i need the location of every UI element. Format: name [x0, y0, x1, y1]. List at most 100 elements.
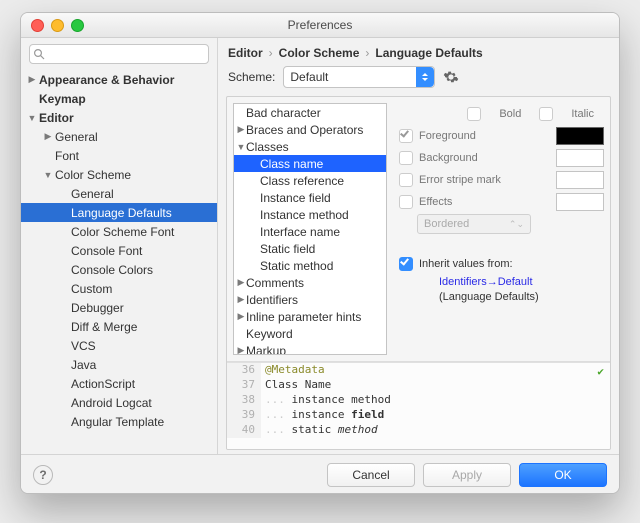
- sidebar-item[interactable]: Language Defaults: [21, 203, 217, 222]
- category-item[interactable]: ▶Braces and Operators: [234, 121, 386, 138]
- category-label: Instance field: [260, 191, 331, 205]
- line-number: 40: [227, 423, 261, 438]
- line-number: 38: [227, 393, 261, 408]
- sidebar-item[interactable]: Android Logcat: [21, 393, 217, 412]
- error-stripe-checkbox[interactable]: [399, 173, 413, 187]
- category-item[interactable]: Interface name: [234, 223, 386, 240]
- italic-checkbox[interactable]: [539, 107, 553, 121]
- sidebar-item-label: Keymap: [37, 92, 86, 106]
- sidebar-item[interactable]: Debugger: [21, 298, 217, 317]
- code-preview[interactable]: ✔ 36@Metadata37Class Name38... instance …: [227, 362, 610, 449]
- inherit-checkbox[interactable]: [399, 257, 413, 271]
- sidebar-item[interactable]: Console Colors: [21, 260, 217, 279]
- category-item[interactable]: Static method: [234, 257, 386, 274]
- sidebar-item-label: Custom: [69, 282, 112, 296]
- category-label: Classes: [246, 140, 289, 154]
- effect-type-select[interactable]: Bordered ⌃⌄: [417, 214, 531, 234]
- background-label: Background: [419, 152, 550, 164]
- error-stripe-swatch[interactable]: [556, 171, 604, 189]
- sidebar-item-label: Color Scheme: [53, 168, 131, 182]
- chevron-right-icon: ›: [365, 46, 369, 60]
- twisty-icon: ▼: [27, 113, 37, 123]
- category-item[interactable]: Keyword: [234, 325, 386, 342]
- category-item[interactable]: Instance field: [234, 189, 386, 206]
- inherit-link[interactable]: Identifiers→Default: [439, 276, 533, 288]
- line-number: 39: [227, 408, 261, 423]
- sidebar-item[interactable]: ActionScript: [21, 374, 217, 393]
- sidebar-item-label: VCS: [69, 339, 96, 353]
- bold-checkbox[interactable]: [467, 107, 481, 121]
- foreground-checkbox[interactable]: [399, 129, 413, 143]
- sidebar-item[interactable]: ▶Appearance & Behavior: [21, 70, 217, 89]
- line-number: 37: [227, 378, 261, 393]
- category-item[interactable]: ▶Identifiers: [234, 291, 386, 308]
- window-title: Preferences: [288, 18, 353, 32]
- close-icon[interactable]: [31, 19, 44, 32]
- background-swatch[interactable]: [556, 149, 604, 167]
- category-item[interactable]: Instance method: [234, 206, 386, 223]
- category-item[interactable]: ▶Markup: [234, 342, 386, 355]
- category-label: Identifiers: [246, 293, 298, 307]
- category-item[interactable]: Bad character: [234, 104, 386, 121]
- sidebar-item[interactable]: ▶General: [21, 127, 217, 146]
- updown-icon: ⌃⌄: [509, 219, 524, 230]
- sidebar-item[interactable]: Angular Template: [21, 412, 217, 431]
- foreground-swatch[interactable]: [556, 127, 604, 145]
- cancel-button[interactable]: Cancel: [327, 463, 415, 487]
- category-tree[interactable]: Bad character▶Braces and Operators▼Class…: [233, 103, 387, 355]
- sidebar-item[interactable]: Color Scheme Font: [21, 222, 217, 241]
- sidebar-item-label: Angular Template: [69, 415, 164, 429]
- sidebar-item[interactable]: General: [21, 184, 217, 203]
- category-item[interactable]: Class name: [234, 155, 386, 172]
- sidebar-tree[interactable]: ▶Appearance & Behavior Keymap ▼Editor▶Gene…: [21, 68, 217, 454]
- sidebar-item[interactable]: Console Font: [21, 241, 217, 260]
- sidebar-item[interactable]: Font: [21, 146, 217, 165]
- category-label: Class name: [260, 157, 323, 171]
- window-controls: [31, 19, 84, 32]
- inherit-sub: (Language Defaults): [439, 291, 539, 303]
- titlebar: Preferences: [21, 13, 619, 38]
- minimize-icon[interactable]: [51, 19, 64, 32]
- zoom-icon[interactable]: [71, 19, 84, 32]
- line-code: @Metadata: [261, 363, 610, 378]
- effects-swatch[interactable]: [556, 193, 604, 211]
- gear-icon[interactable]: [443, 69, 459, 85]
- category-label: Markup: [246, 344, 286, 356]
- footer: ? Cancel Apply OK: [21, 454, 619, 494]
- sidebar-item[interactable]: Diff & Merge: [21, 317, 217, 336]
- updown-icon: [416, 67, 434, 87]
- panel-top: Bad character▶Braces and Operators▼Class…: [227, 97, 610, 362]
- sidebar-item-label: Color Scheme Font: [69, 225, 174, 239]
- breadcrumb: Editor › Color Scheme › Language Default…: [218, 38, 619, 64]
- apply-button[interactable]: Apply: [423, 463, 511, 487]
- crumb-b[interactable]: Color Scheme: [279, 46, 360, 60]
- scheme-row: Scheme: Default: [218, 64, 619, 96]
- sidebar-item[interactable]: Java: [21, 355, 217, 374]
- sidebar-item[interactable]: ▼Color Scheme: [21, 165, 217, 184]
- crumb-c: Language Defaults: [375, 46, 482, 60]
- search-input[interactable]: [29, 44, 209, 64]
- sidebar-item[interactable]: VCS: [21, 336, 217, 355]
- line-code: ... instance field: [261, 408, 610, 423]
- body: ▶Appearance & BehaviorKeymap▼Editor▶Gene…: [21, 38, 619, 454]
- effects-checkbox[interactable]: [399, 195, 413, 209]
- scheme-select[interactable]: Default: [283, 66, 435, 88]
- italic-label: Italic: [571, 108, 594, 120]
- background-checkbox[interactable]: [399, 151, 413, 165]
- foreground-label: Foreground: [419, 130, 550, 142]
- category-item[interactable]: Static field: [234, 240, 386, 257]
- category-item[interactable]: ▶Comments: [234, 274, 386, 291]
- category-item[interactable]: ▶Inline parameter hints: [234, 308, 386, 325]
- twisty-icon: ▶: [236, 294, 246, 305]
- category-label: Comments: [246, 276, 304, 290]
- sidebar-item-label: ActionScript: [69, 377, 135, 391]
- category-item[interactable]: Class reference: [234, 172, 386, 189]
- sidebar-item[interactable]: ▼Editor: [21, 108, 217, 127]
- sidebar-item[interactable]: Keymap: [21, 89, 217, 108]
- crumb-a[interactable]: Editor: [228, 46, 263, 60]
- help-button[interactable]: ?: [33, 465, 53, 485]
- category-item[interactable]: ▼Classes: [234, 138, 386, 155]
- sidebar-item[interactable]: Custom: [21, 279, 217, 298]
- ok-button[interactable]: OK: [519, 463, 607, 487]
- line-code: ... static method: [261, 423, 610, 438]
